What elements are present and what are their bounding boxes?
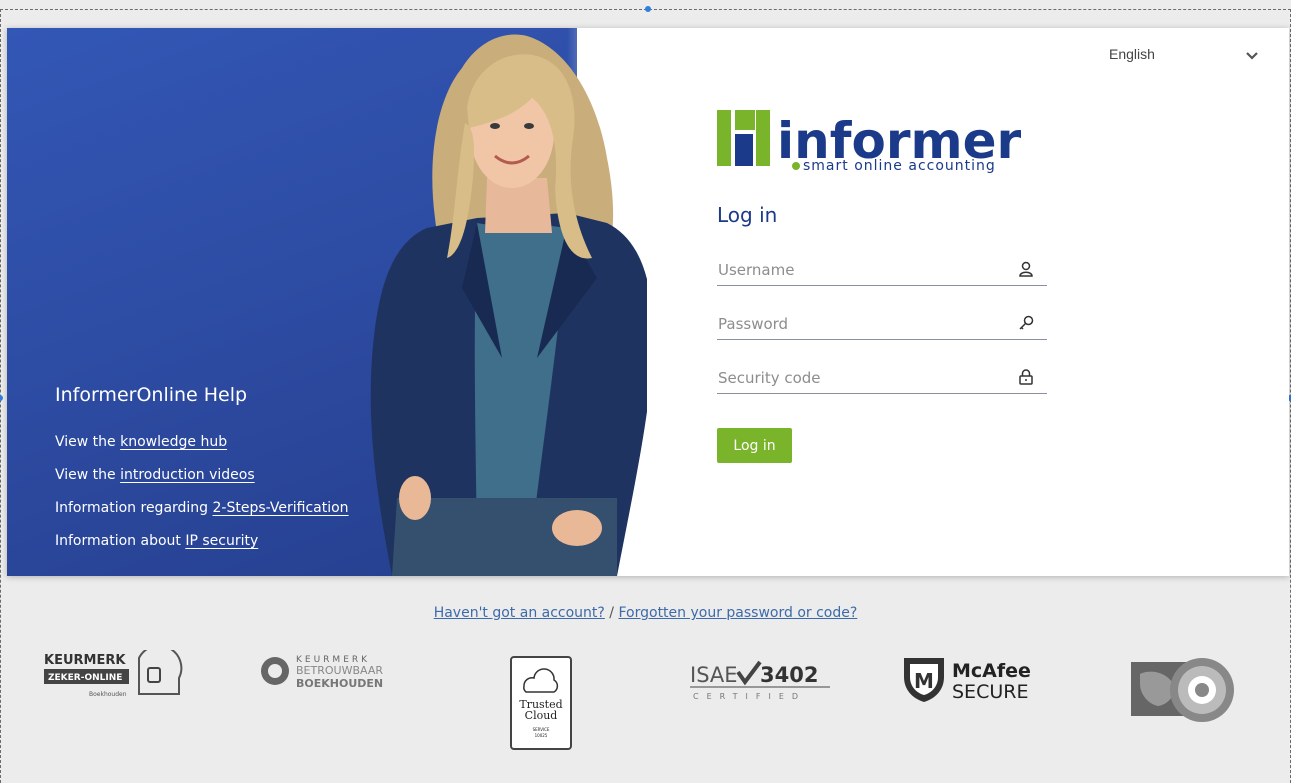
isae-sub-text: CERTIFIED [693, 692, 806, 701]
password-field[interactable] [717, 308, 1047, 340]
help-line-prefix: Information about [55, 533, 186, 549]
key-icon [1019, 315, 1034, 330]
ip-security-link[interactable]: IP security [185, 533, 258, 549]
chevron-down-icon [1246, 52, 1258, 60]
informer-logo: informer smart online accounting [717, 110, 1022, 174]
keurmerk2-line2: BETROUWBAAR [296, 664, 383, 677]
introduction-videos-link[interactable]: introduction videos [120, 467, 255, 483]
forgot-password-link[interactable]: Forgotten your password or code? [618, 605, 857, 621]
password-input[interactable] [718, 312, 998, 336]
user-icon [1019, 261, 1033, 277]
mcafee-line2: SECURE [952, 681, 1028, 703]
username-field[interactable] [717, 254, 1047, 286]
help-line-videos: View the introduction videos [55, 459, 349, 492]
lock-icon [1019, 369, 1033, 385]
isae-right-text: 3402 [760, 663, 818, 687]
language-select-value: English [1109, 46, 1155, 62]
mcafee-line1: McAfee [952, 660, 1031, 682]
login-button[interactable]: Log in [717, 428, 792, 463]
username-input[interactable] [718, 258, 998, 282]
security-code-field[interactable] [717, 362, 1047, 394]
login-title: Log in [717, 203, 778, 227]
help-line-prefix: Information regarding [55, 500, 213, 516]
login-card: InformerOnline Help View the knowledge h… [7, 28, 1289, 576]
no-account-link[interactable]: Haven't got an account? [434, 605, 605, 621]
two-steps-verification-link[interactable]: 2-Steps-Verification [213, 500, 349, 516]
trusted-cloud-badge: Trusted Cloud SERVICE 10025 [510, 656, 572, 750]
help-line-knowledge-hub: View the knowledge hub [55, 426, 349, 459]
resize-handle-top[interactable] [645, 6, 651, 12]
hero-panel: InformerOnline Help View the knowledge h… [7, 28, 647, 576]
security-code-input[interactable] [718, 366, 998, 390]
trusted-line2: Cloud [525, 709, 558, 722]
knowledge-hub-link[interactable]: knowledge hub [120, 434, 227, 450]
isae-3402-badge: ISAE 3402 CERTIFIED [690, 660, 830, 701]
ecommerce-guetezeichen-badge [1131, 658, 1234, 722]
link-separator: / [604, 605, 619, 621]
help-line-2fa: Information regarding 2-Steps-Verificati… [55, 492, 349, 525]
help-line-prefix: View the [55, 434, 121, 450]
help-line-prefix: View the [55, 467, 121, 483]
help-title: InformerOnline Help [55, 384, 248, 406]
trusted-line3: SERVICE [533, 727, 550, 732]
svg-text:M: M [914, 669, 934, 693]
language-select[interactable]: English [1109, 46, 1259, 68]
keurmerk-zeker-online-badge: KEURMERK ZEKER-ONLINE Boekhouden [44, 650, 183, 698]
keurmerk-betrouwbaar-badge: KEURMERK BETROUWBAAR BOEKHOUDEN [261, 655, 383, 690]
keurmerk-band-text: ZEKER-ONLINE [48, 673, 122, 683]
keurmerk-sub-text: Boekhouden [89, 691, 127, 698]
keurmerk2-line3: BOEKHOUDEN [296, 677, 383, 690]
help-section: InformerOnline Help View the knowledge h… [55, 384, 349, 558]
mcafee-secure-badge: M McAfee SECURE [904, 658, 1031, 703]
keurmerk-top-text: KEURMERK [44, 653, 126, 668]
account-links: Haven't got an account? / Forgotten your… [0, 605, 1291, 621]
help-line-ip: Information about IP security [55, 525, 349, 558]
isae-left-text: ISAE [690, 663, 738, 687]
trusted-line4: 10025 [535, 733, 548, 738]
brand-tagline: smart online accounting [803, 158, 996, 174]
